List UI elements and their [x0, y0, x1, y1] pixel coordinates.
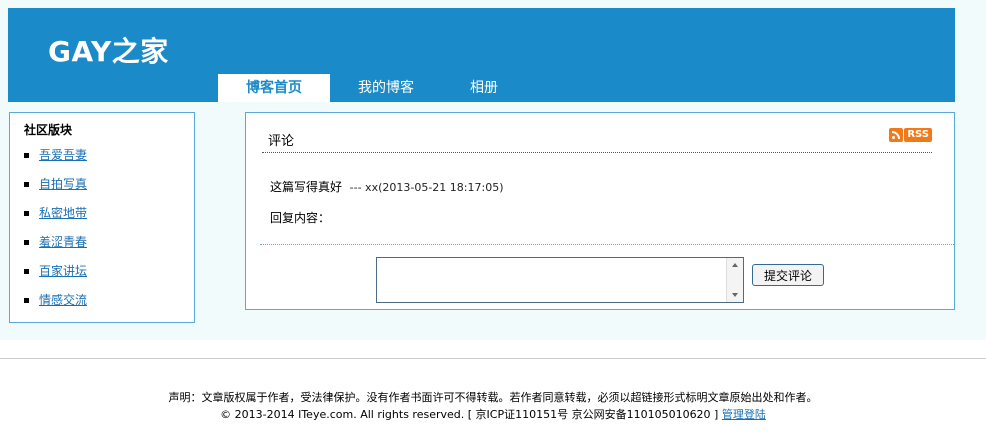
sidebar-link-xiuseqingchun[interactable]: 羞涩青春: [39, 235, 87, 249]
sidebar-item: 私密地带: [24, 206, 87, 235]
comment-text: 这篇写得真好: [270, 180, 343, 194]
comment-item: 这篇写得真好 --- xx(2013-05-21 18:17:05): [270, 178, 504, 195]
sidebar-title: 社区版块: [24, 123, 73, 137]
admin-login-link[interactable]: 管理登陆: [722, 408, 766, 421]
sidebar-item: 情感交流: [24, 293, 87, 322]
site-title: GAY之家: [48, 35, 169, 68]
bullet-icon: [24, 298, 29, 303]
scroll-down-icon[interactable]: [732, 293, 738, 297]
submit-comment-button[interactable]: 提交评论: [752, 264, 824, 286]
panel-header: 评论 RSS: [262, 124, 932, 153]
tab-my-blog[interactable]: 我的博客: [330, 74, 442, 102]
bullet-icon: [24, 182, 29, 187]
tab-album[interactable]: 相册: [442, 74, 526, 102]
sidebar-link-simididai[interactable]: 私密地带: [39, 206, 87, 220]
sidebar-list: 吾爱吾妻 自拍写真 私密地带 羞涩青春 百家讲坛 情感交流: [24, 148, 87, 322]
panel-title: 评论: [268, 134, 295, 149]
bullet-icon: [24, 153, 29, 158]
sidebar-item: 吾爱吾妻: [24, 148, 87, 177]
sidebar-link-baijiajiangtan[interactable]: 百家讲坛: [39, 264, 87, 278]
scroll-up-icon[interactable]: [732, 263, 738, 267]
footer-disclaimer: 声明：文章版权属于作者，受法律保护。没有作者书面许可不得转载。若作者同意转载，必…: [168, 391, 818, 404]
bullet-icon: [24, 269, 29, 274]
footer-divider: [0, 358, 986, 359]
rss-label: RSS: [904, 128, 932, 142]
footer-copyright: © 2013-2014 ITeye.com. All rights reserv…: [0, 406, 986, 422]
sidebar-item: 百家讲坛: [24, 264, 87, 293]
site-header: GAY之家 博客首页 我的博客 相册: [8, 8, 955, 102]
textarea-scrollbar[interactable]: [726, 258, 743, 302]
community-sidebar: 社区版块 吾爱吾妻 自拍写真 私密地带 羞涩青春 百家讲坛 情感交流: [9, 112, 195, 323]
bullet-icon: [24, 240, 29, 245]
sidebar-link-qingganjiaoliu[interactable]: 情感交流: [39, 293, 87, 307]
bullet-icon: [24, 211, 29, 216]
tab-blog-home[interactable]: 博客首页: [218, 74, 330, 102]
rss-icon: [889, 128, 904, 142]
copyright-text: © 2013-2014 ITeye.com. All rights reserv…: [220, 408, 719, 421]
comment-meta: --- xx(2013-05-21 18:17:05): [349, 181, 504, 194]
comment-textarea[interactable]: [376, 257, 744, 303]
sidebar-item: 自拍写真: [24, 177, 87, 206]
sidebar-link-wuaiwuqi[interactable]: 吾爱吾妻: [39, 148, 87, 162]
nav-tabs: 博客首页 我的博客 相册: [218, 74, 526, 102]
sidebar-link-zipaixiezhen[interactable]: 自拍写真: [39, 177, 87, 191]
rss-button[interactable]: RSS: [889, 128, 932, 142]
comment-panel: 评论 RSS 这篇写得真好 --- xx(2013-05-21 18:17:05…: [245, 112, 955, 310]
divider: [260, 244, 954, 245]
reply-label: 回复内容：: [270, 211, 331, 225]
sidebar-item: 羞涩青春: [24, 235, 87, 264]
